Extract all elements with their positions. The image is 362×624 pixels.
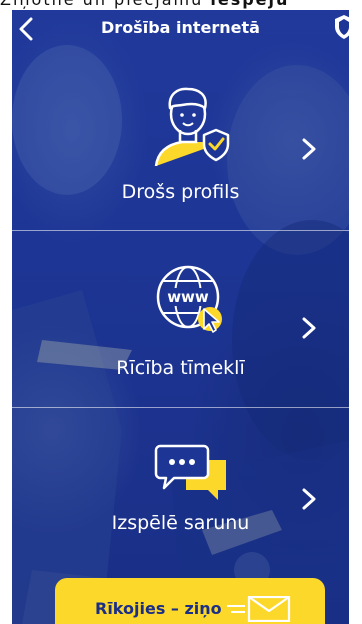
menu-item-label: Izspēlē sarunu — [111, 512, 250, 534]
caption-part-1: Ziņotne un piecjamu — [0, 0, 210, 9]
report-button[interactable]: Rīkojies – ziņo — [55, 578, 325, 624]
page-title: Drošība internetā — [101, 18, 260, 37]
menu-item-web-behavior[interactable]: www Rīcība tīmeklī — [12, 253, 349, 403]
chevron-right-icon — [302, 317, 316, 339]
menu-item-label: Drošs profils — [121, 181, 240, 203]
divider — [12, 407, 349, 408]
police-badge-icon — [335, 15, 349, 39]
menu-item-safe-profile[interactable]: Drošs profils — [12, 78, 349, 228]
envelope-icon — [227, 596, 291, 622]
top-bar: Drošība internetā — [12, 10, 349, 46]
chat-bubbles-icon — [154, 444, 226, 500]
app-screen: Drošība internetā Drošs profils www Rīcī… — [12, 10, 349, 624]
divider — [12, 230, 349, 231]
menu-item-play-conversation[interactable]: Izspēlē sarunu — [12, 430, 349, 580]
www-globe-cursor-icon: www — [156, 265, 222, 333]
caption-text: Ziņotne un piecjamu iespēju — [0, 0, 289, 10]
cropped-caption: Ziņotne un piecjamu iespēju — [0, 0, 362, 10]
caption-part-2: iespēju — [210, 0, 289, 9]
chevron-right-icon — [302, 488, 316, 510]
chevron-right-icon — [302, 138, 316, 160]
profile-shield-icon — [154, 87, 230, 166]
report-button-label: Rīkojies – ziņo — [95, 599, 222, 618]
menu-item-label: Rīcība tīmeklī — [116, 357, 245, 379]
svg-text:www: www — [167, 288, 209, 306]
